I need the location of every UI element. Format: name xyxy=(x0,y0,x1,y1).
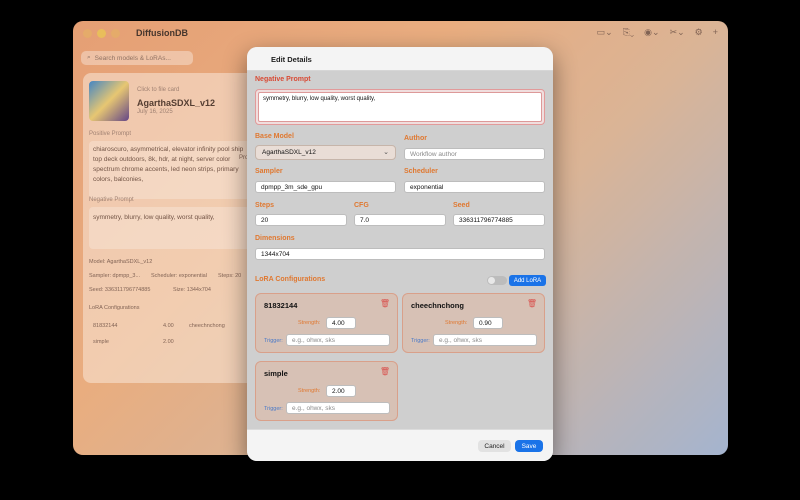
trigger-input[interactable]: e.g., ohwx, sks xyxy=(286,402,390,414)
lora-name: simple xyxy=(264,369,288,378)
lora-card: simple 🗑 Strength: 2.00 Trigger: e.g., o… xyxy=(255,361,398,421)
base-model-value: AgarthaSDXL_v12 xyxy=(262,149,316,156)
seed-input[interactable]: 336311796774885 xyxy=(453,214,545,226)
base-model-label: Base Model xyxy=(255,133,294,140)
trash-icon[interactable]: 🗑 xyxy=(380,299,390,308)
steps-line: Steps: 20 xyxy=(218,273,242,279)
card-hint: Click to file card xyxy=(137,87,180,93)
negative-prompt-label: Negative Prompt xyxy=(89,197,134,203)
author-input[interactable]: Workflow author xyxy=(404,148,545,160)
minimize-window-button[interactable] xyxy=(97,28,106,38)
toolbar: ▭⌄ ⎘⌄ ◉⌄ ✂⌄ ⚙ + xyxy=(597,27,718,38)
card-model-title: AgarthaSDXL_v12 xyxy=(137,98,216,108)
sampler-input[interactable]: dpmpp_3m_sde_gpu xyxy=(255,181,396,193)
lora-name: 81832144 xyxy=(264,301,298,310)
lora-toggle[interactable] xyxy=(487,276,507,285)
strength-input[interactable]: 0.90 xyxy=(473,317,503,329)
negative-prompt-box xyxy=(89,207,259,249)
strength-input[interactable]: 4.00 xyxy=(326,317,356,329)
steps-input[interactable]: 20 xyxy=(255,214,347,226)
dimensions-label: Dimensions xyxy=(255,235,295,242)
card-lora-1-value: 4.00 xyxy=(163,323,174,329)
scheduler-label: Scheduler xyxy=(404,168,438,175)
trigger-input[interactable]: e.g., ohwx, sks xyxy=(433,334,537,346)
cfg-input[interactable]: 7.0 xyxy=(354,214,446,226)
chevron-down-icon: ⌄ xyxy=(383,149,389,156)
add-lora-button[interactable]: Add LoRA xyxy=(509,275,546,286)
lora-config-label: LoRA Configurations xyxy=(89,305,140,311)
cfg-label: CFG xyxy=(354,202,369,209)
model-line: Model: AgarthaSDXL_v12 xyxy=(89,259,153,265)
app-title: DiffusionDB xyxy=(136,28,188,38)
edit-details-modal: Edit Details Negative Prompt symmetry, b… xyxy=(247,47,553,461)
close-window-button[interactable] xyxy=(83,28,92,38)
zoom-window-button[interactable] xyxy=(111,28,120,38)
card-lora-3-value: 2.00 xyxy=(163,339,174,345)
negative-prompt-text: symmetry, blurry, low quality, worst qua… xyxy=(93,214,215,221)
window-controls xyxy=(83,28,120,38)
author-label: Author xyxy=(404,135,427,142)
trash-icon[interactable]: 🗑 xyxy=(380,367,390,376)
negative-prompt-textarea[interactable]: symmetry, blurry, low quality, worst qua… xyxy=(258,92,542,122)
add-icon[interactable]: + xyxy=(713,27,718,38)
palette-icon[interactable]: ◉⌄ xyxy=(644,27,659,38)
trigger-label: Trigger: xyxy=(264,338,283,344)
trigger-input[interactable]: e.g., ohwx, sks xyxy=(286,334,390,346)
seed-line: Seed: 336311796774885 xyxy=(89,287,151,293)
lora-card: 81832144 🗑 Strength: 4.00 Trigger: e.g.,… xyxy=(255,293,398,353)
trash-icon[interactable]: 🗑 xyxy=(527,299,537,308)
save-button[interactable]: Save xyxy=(515,440,543,452)
card-lora-3: simple xyxy=(93,339,109,345)
lora-card: cheechnchong 🗑 Strength: 0.90 Trigger: e… xyxy=(402,293,545,353)
strength-label: Strength: xyxy=(298,388,321,394)
settings-icon[interactable]: ⚙ xyxy=(695,27,703,38)
sampler-line: Sampler: dpmpp_3... xyxy=(89,273,141,279)
trigger-label: Trigger: xyxy=(264,406,283,412)
strength-label: Strength: xyxy=(445,320,468,326)
modal-body: Negative Prompt symmetry, blurry, low qu… xyxy=(247,71,553,429)
dimensions-input[interactable]: 1344x704 xyxy=(255,248,545,260)
positive-prompt-text: chiaroscuro, asymmetrical, elevator infi… xyxy=(93,146,244,183)
search-icon: ⌕ xyxy=(87,54,91,61)
card-lora-1: 81832144 xyxy=(93,323,118,329)
base-model-select[interactable]: AgarthaSDXL_v12 ⌄ xyxy=(255,145,396,160)
modal-header: Edit Details xyxy=(247,47,553,71)
sampler-label: Sampler xyxy=(255,168,283,175)
clipboard-icon[interactable]: ⎘⌄ xyxy=(623,27,634,38)
strength-input[interactable]: 2.00 xyxy=(326,385,356,397)
sidebar-toggle-icon[interactable]: ▭⌄ xyxy=(597,27,613,38)
lora-name: cheechnchong xyxy=(411,301,464,310)
size-line: Size: 1344x704 xyxy=(173,287,211,293)
title-bar: DiffusionDB ▭⌄ ⎘⌄ ◉⌄ ✂⌄ ⚙ + xyxy=(73,21,728,45)
scheduler-input[interactable]: exponential xyxy=(404,181,545,193)
search-input[interactable]: ⌕ Search models & LoRAs... xyxy=(81,51,193,65)
scheduler-line: Scheduler: exponential xyxy=(151,273,207,279)
lora-config-header: LoRA Configurations xyxy=(255,276,326,283)
card-lora-2: cheechnchong xyxy=(189,323,225,329)
tools-icon[interactable]: ✂⌄ xyxy=(670,27,685,38)
negative-prompt-label: Negative Prompt xyxy=(255,76,311,83)
card-date: July 16, 2025 xyxy=(137,109,173,115)
positive-prompt-box xyxy=(89,141,259,199)
strength-label: Strength: xyxy=(298,320,321,326)
negative-prompt-field-frame: symmetry, blurry, low quality, worst qua… xyxy=(255,89,545,125)
modal-footer: Cancel Save xyxy=(247,429,553,461)
seed-label: Seed xyxy=(453,202,470,209)
thumbnail-image[interactable] xyxy=(89,81,129,121)
search-placeholder: Search models & LoRAs... xyxy=(94,54,171,62)
trigger-label: Trigger: xyxy=(411,338,430,344)
modal-title: Edit Details xyxy=(271,55,312,64)
positive-prompt-label: Positive Prompt xyxy=(89,131,132,137)
desktop: DiffusionDB ▭⌄ ⎘⌄ ◉⌄ ✂⌄ ⚙ + ⌕ Search mod… xyxy=(0,0,800,500)
steps-label: Steps xyxy=(255,202,275,209)
image-card[interactable]: Click to file card AgarthaSDXL_v12 July … xyxy=(83,73,265,383)
cancel-button[interactable]: Cancel xyxy=(478,440,511,452)
